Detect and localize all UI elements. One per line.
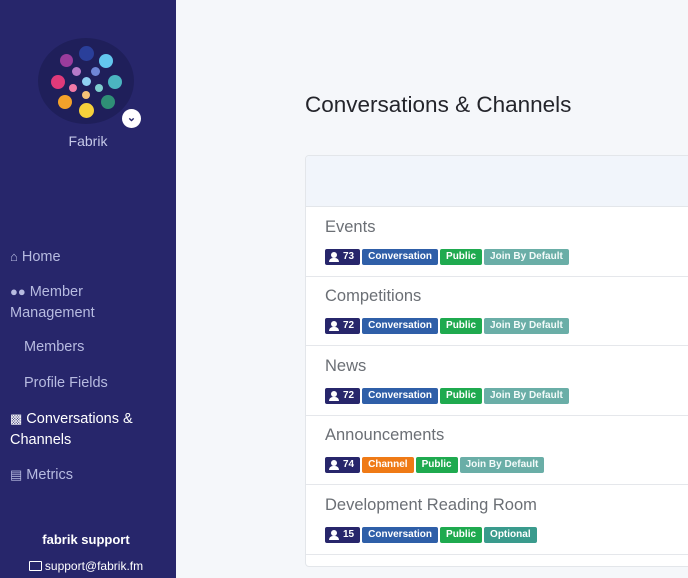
type-badge: Conversation xyxy=(362,318,439,334)
type-badge: Channel xyxy=(362,457,414,473)
logo-dot xyxy=(95,84,103,92)
account-menu-chevron-icon[interactable]: ⌄ xyxy=(122,109,141,128)
conversations-list-card: Events 73 Conversation Public Join By Defau… xyxy=(305,155,688,567)
logo-dot xyxy=(82,77,91,86)
sidebar-item-metrics[interactable]: ▤ Metrics xyxy=(10,464,73,486)
badge-group: 72 Conversation Public Join By Default xyxy=(325,388,571,404)
type-badge: Conversation xyxy=(362,249,439,265)
list-item[interactable]: Events 73 Conversation Public Join By Defau… xyxy=(306,207,688,277)
member-count-badge: 73 xyxy=(325,249,361,265)
logo-dot xyxy=(108,75,122,89)
envelope-icon xyxy=(28,560,42,571)
logo-dot xyxy=(72,67,81,76)
sidebar-item-member-management[interactable]: ●● Member Management xyxy=(10,281,120,324)
home-icon: ⌂ xyxy=(10,249,18,264)
visibility-badge: Public xyxy=(440,249,483,265)
member-count-badge: 72 xyxy=(325,388,361,404)
list-item[interactable]: Competitions 72 Conversation Public Join By… xyxy=(306,276,688,346)
join-badge: Optional xyxy=(484,527,537,543)
sidebar-item-label: Conversations & Channels xyxy=(10,411,133,448)
logo-dot xyxy=(91,67,100,76)
badge-group: 72 Conversation Public Join By Default xyxy=(325,318,571,334)
badge-group: 73 Conversation Public Join By Default xyxy=(325,249,571,265)
logo-dot xyxy=(51,75,65,89)
visibility-badge: Public xyxy=(440,527,483,543)
list-item[interactable]: News 72 Conversation Public Join By Default xyxy=(306,346,688,416)
support-name: fabrik support xyxy=(42,532,130,547)
sidebar-item-label: Metrics xyxy=(26,467,74,483)
conversation-name: Events xyxy=(325,218,376,236)
join-badge: Join By Default xyxy=(484,318,569,334)
type-badge: Conversation xyxy=(362,388,439,404)
logo-dot xyxy=(79,46,94,61)
badge-group: 74 Channel Public Join By Default xyxy=(325,457,546,473)
comments-icon: ▩ xyxy=(10,411,23,426)
list-item[interactable]: Announcements 74 Channel Public Join By Def… xyxy=(306,415,688,485)
badge-group: 15 Conversation Public Optional xyxy=(325,527,539,543)
join-badge: Join By Default xyxy=(484,388,569,404)
member-count-badge: 72 xyxy=(325,318,361,334)
card-header xyxy=(306,156,688,207)
sidebar: ⌄ Fabrik ⌂ Home ●● Member Management Membe… xyxy=(0,0,176,578)
conversation-name: Competitions xyxy=(325,287,422,305)
chart-icon: ▤ xyxy=(10,467,23,482)
logo-dot xyxy=(99,54,113,68)
join-badge: Join By Default xyxy=(484,249,569,265)
sidebar-item-label: Profile Fields xyxy=(24,375,108,391)
support-email: support@fabrik.fm xyxy=(44,559,144,573)
logo-dot xyxy=(79,103,94,118)
conversation-name: Development Reading Room xyxy=(325,496,537,514)
conversation-name: News xyxy=(325,357,367,375)
member-count-badge: 74 xyxy=(325,457,361,473)
visibility-badge: Public xyxy=(440,318,483,334)
logo-dot xyxy=(69,84,77,92)
users-icon: ●● xyxy=(10,284,26,299)
type-badge: Conversation xyxy=(362,527,439,543)
member-count-badge: 15 xyxy=(325,527,361,543)
logo-dot xyxy=(82,91,90,99)
user-icon xyxy=(329,530,339,540)
fabrik-logo[interactable] xyxy=(38,38,134,124)
page-title: Conversations & Channels xyxy=(305,92,572,117)
support-email-link[interactable]: support@fabrik.fm xyxy=(0,559,172,573)
user-icon xyxy=(329,391,339,401)
brand-name: Fabrik xyxy=(68,133,108,149)
sidebar-item-profile-fields[interactable]: Profile Fields xyxy=(24,373,108,394)
logo-dot xyxy=(60,54,73,67)
visibility-badge: Public xyxy=(415,457,458,473)
user-icon xyxy=(329,252,339,262)
sidebar-item-label: Members xyxy=(24,339,85,355)
sidebar-item-label: Home xyxy=(21,249,61,265)
user-icon xyxy=(329,460,339,470)
user-icon xyxy=(329,321,339,331)
sidebar-item-home[interactable]: ⌂ Home xyxy=(10,246,61,268)
sidebar-item-members[interactable]: Members xyxy=(24,337,84,358)
conversation-name: Announcements xyxy=(325,426,445,444)
join-badge: Join By Default xyxy=(459,457,545,473)
logo-dot xyxy=(58,95,72,109)
logo-dot xyxy=(101,95,115,109)
sidebar-item-conversations[interactable]: ▩ Conversations & Channels xyxy=(10,408,150,451)
visibility-badge: Public xyxy=(440,388,483,404)
list-item[interactable]: Development Reading Room 15 Conversation P… xyxy=(306,485,688,555)
